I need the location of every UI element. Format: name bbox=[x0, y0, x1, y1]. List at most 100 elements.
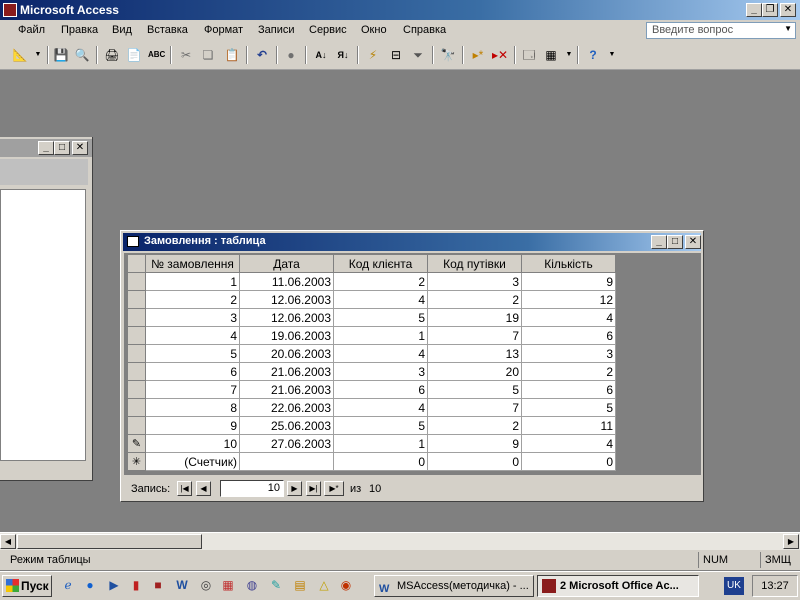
table-cell[interactable]: 3 bbox=[521, 344, 616, 363]
table-cell[interactable]: 1 bbox=[333, 326, 428, 345]
database-window-icon[interactable]: 🗔 bbox=[521, 47, 537, 63]
apply-filter-icon[interactable]: ⏷ bbox=[410, 47, 426, 63]
print-preview-icon[interactable]: 📄 bbox=[126, 47, 142, 63]
menu-window[interactable]: Окно bbox=[361, 24, 387, 36]
menu-help[interactable]: Справка bbox=[403, 24, 446, 36]
table-icon[interactable] bbox=[127, 236, 139, 247]
record-selector[interactable] bbox=[127, 290, 146, 309]
close-button[interactable]: ✕ bbox=[72, 141, 88, 155]
table-cell[interactable]: 8 bbox=[145, 398, 240, 417]
app-quicklaunch-icon[interactable]: ▮ bbox=[128, 577, 144, 593]
table-cell[interactable]: 11.06.2003 bbox=[239, 272, 334, 291]
table-cell[interactable]: 4 bbox=[145, 326, 240, 345]
delete-record-icon[interactable]: ▸✕ bbox=[492, 47, 508, 63]
new-record-asterisk-icon[interactable]: ✳ bbox=[127, 452, 146, 471]
table-cell[interactable]: 12.06.2003 bbox=[239, 308, 334, 327]
app-grid-icon[interactable]: ▦ bbox=[220, 577, 236, 593]
database-objects-pane[interactable] bbox=[0, 189, 86, 461]
paste-icon[interactable]: 📋 bbox=[224, 47, 240, 63]
table-cell[interactable]: 22.06.2003 bbox=[239, 398, 334, 417]
table-cell[interactable]: 2 bbox=[145, 290, 240, 309]
table-cell[interactable]: 2 bbox=[427, 416, 522, 435]
maximize-button[interactable]: □ bbox=[54, 141, 70, 155]
language-indicator[interactable]: UK bbox=[724, 577, 744, 595]
table-cell[interactable]: 5 bbox=[427, 380, 522, 399]
restore-button[interactable]: ❐ bbox=[762, 3, 778, 17]
table-cell[interactable]: 9 bbox=[145, 416, 240, 435]
spelling-icon[interactable]: ABC bbox=[148, 47, 165, 63]
scroll-right-button[interactable]: ▶ bbox=[783, 534, 799, 549]
database-window-caption[interactable]: _ □ ✕ bbox=[0, 139, 92, 157]
menu-file[interactable]: Файл bbox=[18, 24, 45, 36]
ie-icon[interactable]: ℯ bbox=[60, 577, 76, 593]
table-cell[interactable]: 3 bbox=[145, 308, 240, 327]
table-cell[interactable]: 12 bbox=[521, 290, 616, 309]
table-cell[interactable]: 13 bbox=[427, 344, 522, 363]
table-cell[interactable]: 19.06.2003 bbox=[239, 326, 334, 345]
table-cell[interactable]: 0 bbox=[333, 452, 428, 471]
toolbar-options-icon[interactable]: ▼ bbox=[604, 47, 620, 63]
minimize-button[interactable]: _ bbox=[651, 235, 667, 249]
find-icon[interactable]: 🔭 bbox=[440, 47, 456, 63]
menu-records[interactable]: Записи bbox=[258, 24, 295, 36]
table-cell[interactable]: 19 bbox=[427, 308, 522, 327]
table-cell[interactable]: 3 bbox=[427, 272, 522, 291]
taskbar-task-word[interactable]: W MSAccess(методичка) - ... bbox=[374, 575, 534, 597]
chevron-down-icon[interactable]: ▼ bbox=[784, 24, 792, 33]
first-record-button[interactable]: |◀ bbox=[177, 481, 192, 496]
table-cell[interactable]: 9 bbox=[427, 434, 522, 453]
record-selector[interactable] bbox=[127, 416, 146, 435]
table-cell[interactable]: 4 bbox=[521, 308, 616, 327]
table-cell[interactable]: 11 bbox=[521, 416, 616, 435]
explorer-icon[interactable]: ◎ bbox=[198, 577, 214, 593]
table-cell[interactable]: 25.06.2003 bbox=[239, 416, 334, 435]
view-mode-icon[interactable]: 📐 bbox=[12, 47, 28, 63]
copy-icon[interactable]: ❏ bbox=[200, 47, 216, 63]
table-cell[interactable]: 9 bbox=[521, 272, 616, 291]
table-cell[interactable]: 12.06.2003 bbox=[239, 290, 334, 309]
new-object-icon[interactable]: ▦ bbox=[543, 47, 559, 63]
chevron-down-icon[interactable]: ▼ bbox=[30, 47, 46, 63]
datasheet-window-caption[interactable]: Замовлення : таблица _ □ ✕ bbox=[123, 233, 701, 251]
table-cell[interactable]: 5 bbox=[145, 344, 240, 363]
print-icon[interactable]: 🖨 bbox=[104, 47, 120, 63]
column-header[interactable]: Дата bbox=[239, 254, 334, 273]
table-cell[interactable]: (Счетчик) bbox=[145, 452, 240, 471]
record-selector[interactable] bbox=[127, 326, 146, 345]
insert-hyperlink-icon[interactable]: ● bbox=[283, 47, 299, 63]
taskbar-task-access[interactable]: 2 Microsoft Office Ac... bbox=[537, 575, 699, 597]
select-all-corner[interactable] bbox=[127, 254, 146, 273]
table-cell[interactable]: 21.06.2003 bbox=[239, 362, 334, 381]
browser-icon[interactable]: ● bbox=[82, 577, 98, 593]
record-selector[interactable] bbox=[127, 380, 146, 399]
record-selector[interactable] bbox=[127, 272, 146, 291]
menu-format[interactable]: Формат bbox=[204, 24, 243, 36]
record-selector[interactable] bbox=[127, 398, 146, 417]
table-cell[interactable]: 4 bbox=[333, 290, 428, 309]
table-cell[interactable]: 4 bbox=[333, 398, 428, 417]
menu-edit[interactable]: Правка bbox=[61, 24, 98, 36]
network-icon[interactable]: ◍ bbox=[244, 577, 260, 593]
table-cell[interactable]: 21.06.2003 bbox=[239, 380, 334, 399]
table-cell[interactable]: 7 bbox=[145, 380, 240, 399]
table-cell[interactable]: 27.06.2003 bbox=[239, 434, 334, 453]
minimize-button[interactable]: _ bbox=[38, 141, 54, 155]
geometry-icon[interactable]: △ bbox=[316, 577, 332, 593]
record-selector[interactable] bbox=[127, 362, 146, 381]
table-cell[interactable]: 7 bbox=[427, 326, 522, 345]
filter-by-form-icon[interactable]: ⊟ bbox=[388, 47, 404, 63]
scrollbar-thumb[interactable] bbox=[17, 534, 202, 549]
folder-icon[interactable]: ▤ bbox=[292, 577, 308, 593]
next-record-button[interactable]: ▶ bbox=[287, 481, 302, 496]
table-cell[interactable]: 1 bbox=[333, 434, 428, 453]
media-player-icon[interactable]: ▶ bbox=[106, 577, 122, 593]
table-cell[interactable]: 2 bbox=[333, 272, 428, 291]
menu-insert[interactable]: Вставка bbox=[147, 24, 188, 36]
table-cell[interactable]: 2 bbox=[427, 290, 522, 309]
table-cell[interactable]: 10 bbox=[145, 434, 240, 453]
minimize-button[interactable]: _ bbox=[746, 3, 762, 17]
previous-record-button[interactable]: ◀ bbox=[196, 481, 211, 496]
table-cell[interactable]: 1 bbox=[145, 272, 240, 291]
table-cell[interactable]: 20 bbox=[427, 362, 522, 381]
table-cell[interactable]: 5 bbox=[333, 416, 428, 435]
